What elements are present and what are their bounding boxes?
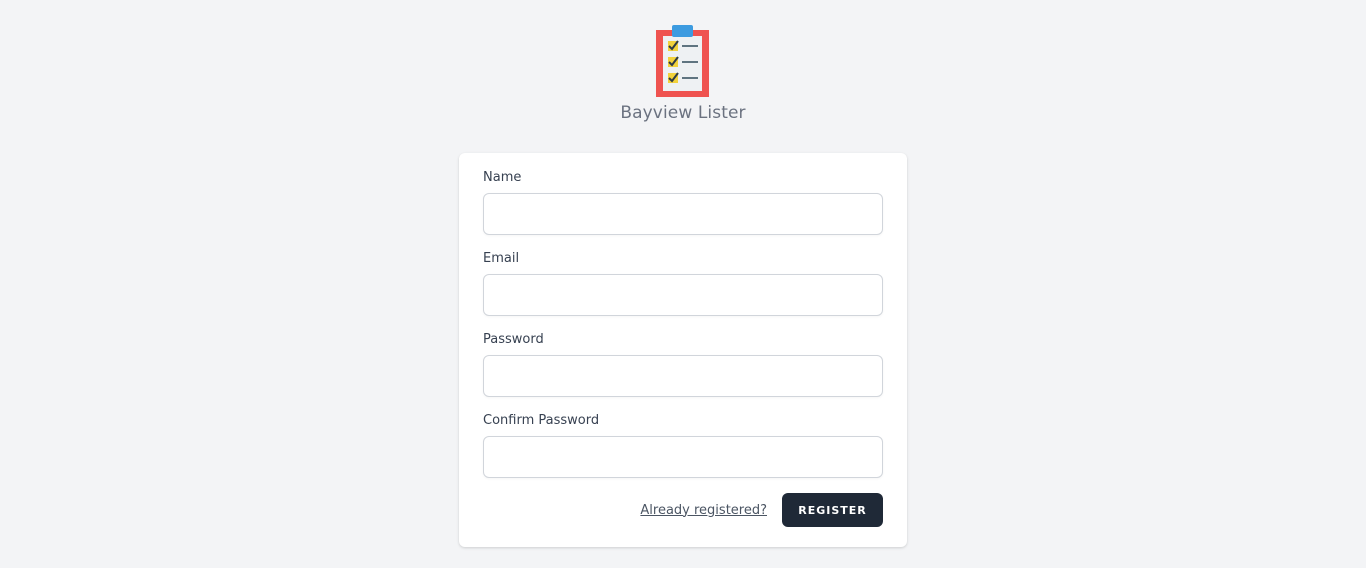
- confirm-password-input[interactable]: [483, 436, 883, 478]
- email-label: Email: [483, 251, 520, 266]
- name-field-group: Name: [483, 169, 883, 235]
- clipboard-checklist-icon[interactable]: [655, 24, 711, 98]
- already-registered-link[interactable]: Already registered?: [640, 503, 767, 518]
- app-branding: Bayview Lister: [0, 24, 1366, 123]
- password-input[interactable]: [483, 355, 883, 397]
- name-input[interactable]: [483, 193, 883, 235]
- app-name: Bayview Lister: [620, 103, 746, 123]
- email-field-group: Email: [483, 250, 883, 316]
- register-button[interactable]: Register: [782, 493, 883, 527]
- email-input[interactable]: [483, 274, 883, 316]
- confirm-password-label: Confirm Password: [483, 413, 600, 428]
- confirm-password-field-group: Confirm Password: [483, 412, 883, 478]
- register-form: Name Email Password Confirm Password Alr…: [459, 153, 907, 547]
- password-label: Password: [483, 332, 544, 347]
- password-field-group: Password: [483, 331, 883, 397]
- form-actions: Already registered? Register: [483, 493, 883, 527]
- name-label: Name: [483, 170, 522, 185]
